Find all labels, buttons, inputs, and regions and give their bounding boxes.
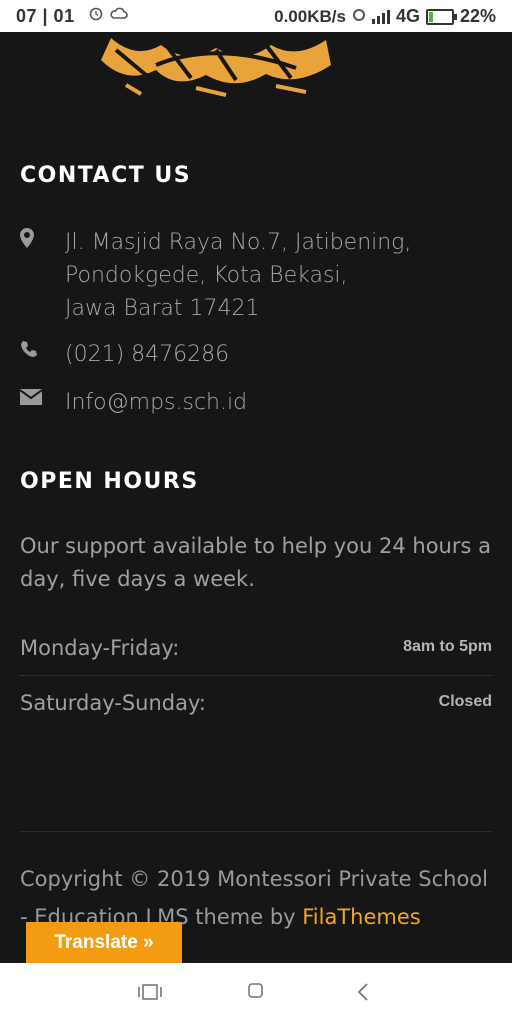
- filathemes-link[interactable]: FilaThemes: [302, 905, 420, 929]
- clock: 07 | 01: [16, 6, 75, 26]
- hours-day: Monday-Friday:: [20, 636, 180, 660]
- phone-number[interactable]: (021) 8476286: [65, 338, 229, 371]
- contact-email: Info@mps.sch.id: [19, 386, 247, 419]
- signal-icon: [371, 9, 390, 24]
- data-saver-icon: [352, 6, 366, 27]
- status-bar: 07 | 01 0.00KB/s 4G 22%: [0, 0, 512, 32]
- address-line: Pondokgede, Kota Bekasi,: [65, 263, 348, 288]
- network-type: 4G: [395, 6, 420, 26]
- home-icon[interactable]: [248, 983, 264, 1004]
- hours-time: Closed: [438, 693, 492, 710]
- address-line: Jawa Barat 17421: [65, 296, 260, 321]
- alarm-icon: [88, 5, 104, 26]
- hours-day: Saturday-Sunday:: [20, 691, 206, 715]
- open-hours-title: OPEN HOURS: [20, 469, 199, 494]
- footer-divider: [20, 831, 492, 832]
- hours-time: 8am to 5pm: [403, 638, 492, 655]
- net-speed: 0.00KB/s: [274, 6, 346, 26]
- navigation-bar: [0, 963, 512, 1024]
- contact-phone: (021) 8476286: [20, 338, 229, 371]
- contact-title: CONTACT US: [20, 163, 192, 188]
- translate-button[interactable]: Translate »: [26, 922, 182, 964]
- support-description: Our support available to help you 24 hou…: [20, 534, 491, 591]
- phone-icon: [20, 338, 65, 371]
- hours-row: Monday-Friday: 8am to 5pm: [20, 636, 492, 660]
- contact-address: Jl. Masjid Raya No.7, Jatibening, Pondok…: [20, 226, 411, 325]
- email-link[interactable]: Info@mps.sch.id: [65, 386, 247, 419]
- address-line: Jl. Masjid Raya No.7, Jatibening,: [65, 230, 412, 255]
- map-marker-icon: [20, 226, 65, 325]
- hours-row: Saturday-Sunday: Closed: [20, 691, 492, 715]
- cloud-icon: [110, 5, 128, 26]
- school-logo: [96, 30, 336, 100]
- battery-charging-icon: [425, 8, 457, 25]
- recents-icon[interactable]: [137, 983, 163, 1006]
- battery-percent: 22%: [459, 6, 496, 26]
- divider: [20, 675, 492, 676]
- envelope-icon: [19, 386, 65, 419]
- back-icon[interactable]: [357, 983, 369, 1006]
